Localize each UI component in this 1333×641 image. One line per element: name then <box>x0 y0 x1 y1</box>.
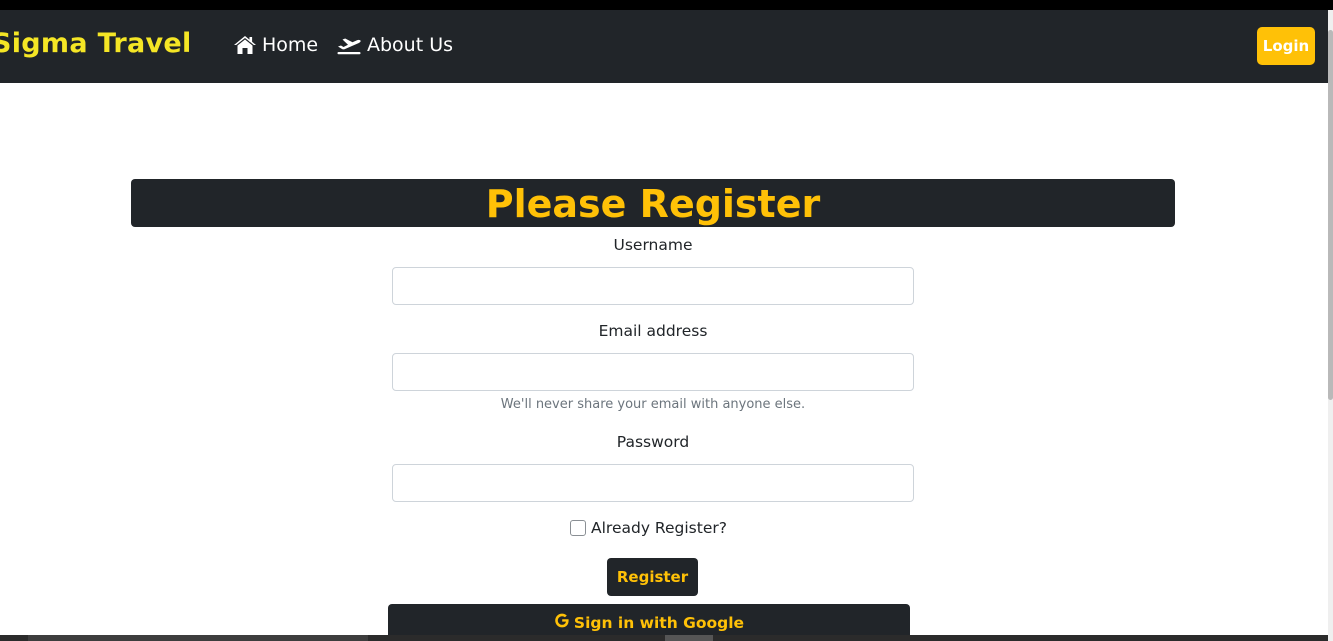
bottom-strip <box>0 635 1328 641</box>
password-input[interactable] <box>392 464 914 502</box>
nav-link-about-us[interactable]: About Us <box>336 34 453 56</box>
nav-link-about-us-label: About Us <box>367 34 454 56</box>
register-button[interactable]: Register <box>607 558 698 596</box>
already-registered-label[interactable]: Already Register? <box>591 519 727 537</box>
browser-top-strip <box>0 0 1333 10</box>
register-title-bar: Please Register <box>131 179 1175 227</box>
bottom-strip-segment <box>665 635 713 641</box>
google-sign-in-label: Sign in with Google <box>573 613 745 632</box>
top-navbar: Sigma Travel Home About Us Login <box>0 10 1328 83</box>
password-label: Password <box>616 433 690 451</box>
email-label: Email address <box>598 322 708 340</box>
already-registered-checkbox[interactable] <box>570 520 586 536</box>
page-title: Please Register <box>485 182 821 226</box>
username-label: Username <box>613 236 693 254</box>
bottom-strip-segment <box>28 635 368 641</box>
login-button[interactable]: Login <box>1257 27 1315 65</box>
email-help-text: We'll never share your email with anyone… <box>500 397 806 412</box>
scrollbar-thumb[interactable] <box>1328 30 1333 400</box>
email-input[interactable] <box>392 353 914 391</box>
page-scrollbar[interactable] <box>1328 10 1333 641</box>
already-registered-row: Already Register? <box>570 519 727 537</box>
brand-logo[interactable]: Sigma Travel <box>0 28 192 59</box>
nav-link-home-label: Home <box>262 34 319 56</box>
home-icon <box>233 35 262 55</box>
nav-link-home[interactable]: Home <box>233 34 318 56</box>
username-input[interactable] <box>392 267 914 305</box>
google-icon <box>554 612 574 633</box>
plane-departure-icon <box>336 35 367 55</box>
